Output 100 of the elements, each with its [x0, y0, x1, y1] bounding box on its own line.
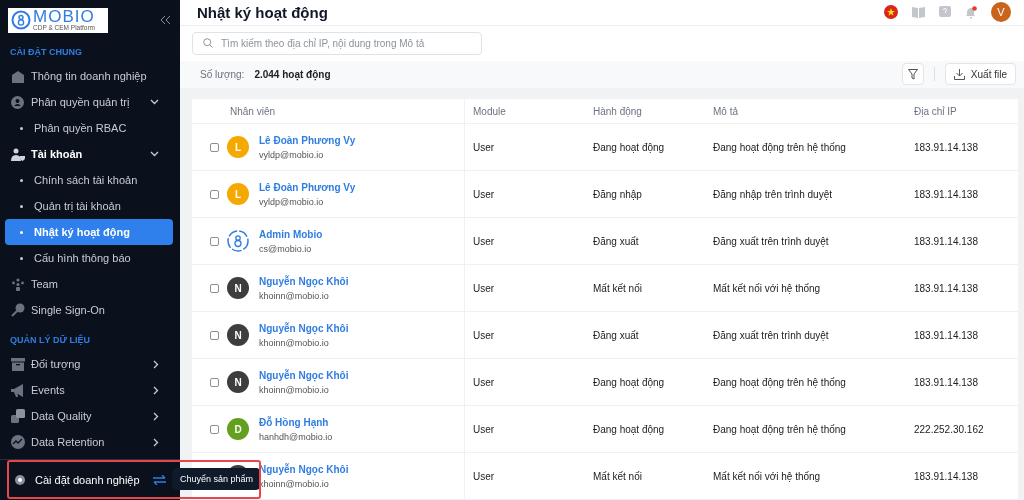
table-cell: User	[465, 218, 585, 265]
export-button[interactable]: Xuất file	[944, 63, 1016, 86]
column-header: Địa chỉ IP	[906, 99, 1018, 124]
user-shield-icon	[11, 147, 25, 161]
flag-icon[interactable]	[884, 5, 898, 20]
team-icon	[11, 277, 25, 291]
employee-name[interactable]: Nguyễn Ngọc Khôi	[259, 275, 349, 287]
collapse-icon[interactable]	[161, 16, 170, 24]
logo-name: MOBIO	[33, 9, 95, 24]
employee-name[interactable]: Nguyễn Ngọc Khôi	[259, 369, 349, 381]
table-cell: Mất kết nối	[585, 265, 705, 312]
row-checkbox[interactable]	[210, 377, 219, 387]
avatar: N	[227, 371, 249, 393]
table-cell: Đang hoạt động	[585, 359, 705, 406]
table-cell: 183.91.14.138	[906, 359, 1018, 406]
table-cell: Mất kết nối với hệ thống	[705, 265, 906, 312]
table-cell: Đăng xuất trên trình duyệt	[705, 218, 906, 265]
table-cell: Đăng nhập trên trình duyệt	[705, 171, 906, 218]
download-icon	[953, 68, 965, 80]
table-cell: User	[465, 406, 585, 453]
logo-mark-icon	[11, 10, 31, 30]
table-cell: 222.252.30.162	[906, 406, 1018, 453]
employee-name[interactable]: Lê Đoàn Phương Vy	[259, 181, 356, 193]
avatar: L	[227, 136, 249, 158]
employee-email: hanhdh@mobio.io	[259, 431, 333, 442]
table-cell: Đang hoạt động trên hệ thống	[705, 359, 906, 406]
row-checkbox[interactable]	[210, 424, 219, 434]
chevron-right-icon[interactable]	[153, 359, 159, 369]
section-heading: CÀI ĐẶT CHUNG	[9, 46, 83, 59]
row-checkbox[interactable]	[210, 330, 219, 340]
table-cell: 183.91.14.138	[906, 312, 1018, 359]
chevron-down-icon[interactable]	[150, 99, 159, 105]
avatar: N	[227, 324, 249, 346]
table-cell: Đăng xuất	[585, 312, 705, 359]
table-cell: User	[465, 359, 585, 406]
employee-name[interactable]: Lê Đoàn Phương Vy	[259, 134, 356, 146]
employee-name[interactable]: Nguyễn Ngọc Khôi	[259, 322, 349, 334]
chevron-right-icon[interactable]	[153, 437, 159, 447]
table-cell: Đang hoạt động trên hệ thống	[705, 124, 906, 171]
row-checkbox[interactable]	[210, 283, 219, 293]
filter-button[interactable]	[901, 63, 924, 86]
table-cell: User	[465, 312, 585, 359]
table-cell: 183.91.14.138	[906, 218, 1018, 265]
sidebar-item[interactable]: Thông tin doanh nghiệp	[0, 63, 173, 89]
employee-email: khoinn@mobio.io	[259, 290, 330, 301]
user-badge-icon	[11, 95, 24, 109]
row-checkbox[interactable]	[210, 236, 219, 246]
table-cell: Mất kết nối với hệ thống	[705, 453, 906, 500]
building-icon	[11, 69, 25, 83]
sidebar-item[interactable]: Data Quality	[0, 403, 173, 429]
count-label: Số lượng:	[200, 68, 245, 80]
archive-icon	[11, 357, 25, 371]
sidebar-item[interactable]: Events	[0, 377, 173, 403]
table-cell: 183.91.14.138	[906, 265, 1018, 312]
swap-icon[interactable]	[153, 475, 166, 485]
chart-circle-icon	[11, 435, 25, 449]
column-header: Hành động	[585, 99, 705, 124]
megaphone-icon	[11, 383, 26, 397]
row-checkbox[interactable]	[210, 142, 219, 152]
sidebar-item[interactable]: Single Sign-On	[0, 297, 173, 323]
chevron-down-icon[interactable]	[150, 151, 159, 157]
sidebar-subitem[interactable]: Chính sách tài khoản	[0, 167, 173, 193]
search-field[interactable]: Tìm kiếm theo địa chỉ IP, nội dung trong Mô tả	[192, 31, 482, 55]
count-value: 2.044 hoạt động	[254, 68, 332, 80]
avatar: L	[227, 183, 249, 205]
sidebar-item[interactable]: Data Retention	[0, 429, 173, 455]
employee-email: khoinn@mobio.io	[259, 384, 330, 395]
table-cell: Đăng nhập	[585, 171, 705, 218]
sidebar-item[interactable]: Team	[0, 271, 173, 297]
employee-email: khoinn@mobio.io	[259, 478, 330, 489]
bell-icon[interactable]	[965, 5, 977, 19]
table-cell: 183.91.14.138	[906, 171, 1018, 218]
sidebar-subitem[interactable]: Nhật ký hoạt động	[5, 219, 173, 245]
employee-name[interactable]: Admin Mobio	[259, 228, 323, 240]
table-cell: User	[465, 265, 585, 312]
user-avatar[interactable]: V	[991, 2, 1011, 23]
column-header: Mô tả	[705, 99, 906, 124]
search-icon	[203, 38, 213, 49]
sidebar-subitem[interactable]: Phân quyền RBAC	[0, 115, 173, 141]
employee-email: vyldp@mobio.io	[259, 149, 325, 160]
table-cell: 183.91.14.138	[906, 124, 1018, 171]
filter-icon	[907, 68, 918, 80]
table-cell: Đăng xuất trên trình duyệt	[705, 312, 906, 359]
key-icon	[11, 303, 25, 317]
employee-email: cs@mobio.io	[259, 243, 313, 254]
chevron-right-icon[interactable]	[153, 411, 159, 421]
chevron-right-icon[interactable]	[153, 385, 159, 395]
table-cell: User	[465, 171, 585, 218]
sidebar-item[interactable]: Tài khoản	[0, 141, 173, 167]
sidebar-subitem[interactable]: Quản trị tài khoản	[0, 193, 173, 219]
sidebar-item[interactable]: Phân quyền quản trị	[0, 89, 173, 115]
row-checkbox[interactable]	[210, 189, 219, 199]
stacked-squares-icon	[11, 409, 25, 423]
sidebar-item[interactable]: Đối tượng	[0, 351, 173, 377]
table-cell: 183.91.14.138	[906, 453, 1018, 500]
logo-avatar-icon	[227, 230, 249, 252]
employee-name[interactable]: Đỗ Hồng Hạnh	[259, 416, 333, 428]
table-cell: User	[465, 453, 585, 500]
sidebar-subitem[interactable]: Cấu hình thông báo	[0, 245, 173, 271]
employee-email: khoinn@mobio.io	[259, 337, 330, 348]
